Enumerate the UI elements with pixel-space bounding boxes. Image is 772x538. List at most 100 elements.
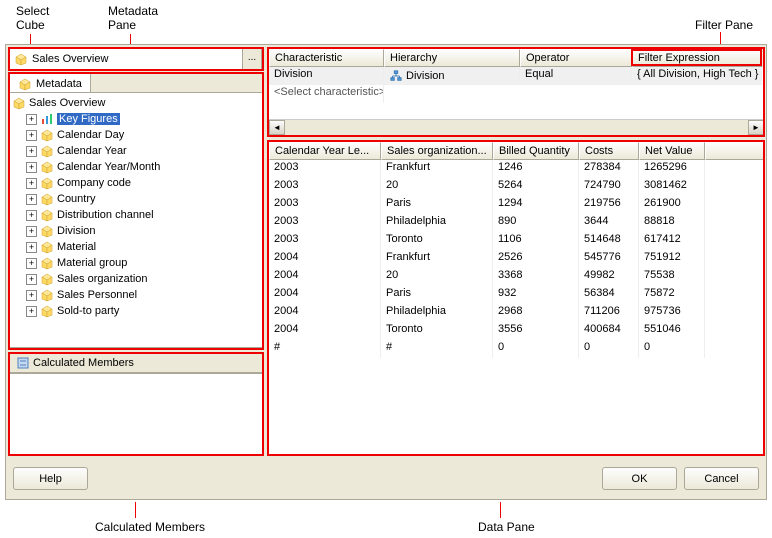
- table-row[interactable]: 2003Toronto1106514648617412: [269, 232, 764, 250]
- dimension-icon: [40, 208, 54, 222]
- tree-node[interactable]: +Calendar Year: [12, 143, 260, 159]
- table-row[interactable]: ##000: [269, 340, 764, 358]
- filter-header-characteristic[interactable]: Characteristic: [269, 49, 384, 67]
- tree-node[interactable]: +Calendar Day: [12, 127, 260, 143]
- expander-icon[interactable]: +: [26, 178, 37, 189]
- calculated-members-list[interactable]: [9, 373, 263, 455]
- expander-icon[interactable]: +: [26, 130, 37, 141]
- expander-icon[interactable]: +: [26, 242, 37, 253]
- table-cell: Frankfurt: [381, 160, 493, 178]
- expander-icon[interactable]: +: [26, 194, 37, 205]
- dimension-icon: [40, 176, 54, 190]
- table-row[interactable]: 2003Philadelphia890364488818: [269, 214, 764, 232]
- tree-node[interactable]: +Sales organization: [12, 271, 260, 287]
- tree-node[interactable]: +Country: [12, 191, 260, 207]
- table-cell: Paris: [381, 196, 493, 214]
- expander-icon[interactable]: +: [26, 290, 37, 301]
- table-cell: 2004: [269, 304, 381, 322]
- table-cell: 219756: [579, 196, 639, 214]
- dimension-icon: [40, 304, 54, 318]
- expander-icon[interactable]: +: [26, 162, 37, 173]
- tree-node[interactable]: +Company code: [12, 175, 260, 191]
- filter-placeholder[interactable]: <Select characteristic>: [269, 85, 384, 103]
- expander-icon[interactable]: +: [26, 114, 37, 125]
- data-header-0[interactable]: Calendar Year Le...: [269, 142, 381, 160]
- expander-icon[interactable]: +: [26, 258, 37, 269]
- tree-node[interactable]: +Sold-to party: [12, 303, 260, 319]
- metadata-tab[interactable]: Metadata: [9, 73, 91, 93]
- filter-scrollbar[interactable]: ◄ ►: [269, 119, 764, 135]
- tree-node[interactable]: +Division: [12, 223, 260, 239]
- scroll-right-icon[interactable]: ►: [748, 120, 764, 135]
- help-button[interactable]: Help: [13, 467, 88, 490]
- metadata-tree[interactable]: Sales Overview + Key Figures +Calendar D…: [9, 92, 263, 348]
- filter-cell-char[interactable]: Division: [269, 67, 384, 85]
- expander-icon[interactable]: +: [26, 210, 37, 221]
- table-cell: 20: [381, 178, 493, 196]
- table-row[interactable]: 2004Toronto3556400684551046: [269, 322, 764, 340]
- tree-node[interactable]: +Material: [12, 239, 260, 255]
- cube-browse-button[interactable]: ...: [242, 48, 262, 70]
- filter-placeholder-row[interactable]: <Select characteristic>: [269, 85, 764, 103]
- table-cell: 932: [493, 286, 579, 304]
- filter-cell-expr[interactable]: { All Division, High Tech }: [632, 67, 762, 85]
- metadata-tab-label: Metadata: [36, 78, 82, 90]
- scroll-left-icon[interactable]: ◄: [269, 120, 285, 135]
- expander-icon[interactable]: +: [26, 306, 37, 317]
- tree-node[interactable]: +Sales Personnel: [12, 287, 260, 303]
- annotation-filter-pane: Filter Pane: [695, 18, 753, 32]
- table-cell: 2004: [269, 268, 381, 286]
- hierarchy-icon: [389, 70, 403, 82]
- cancel-button[interactable]: Cancel: [684, 467, 759, 490]
- dimension-icon: [40, 224, 54, 238]
- table-cell: 724790: [579, 178, 639, 196]
- annotation-select-cube: Select Cube: [16, 4, 49, 32]
- filter-cell-op[interactable]: Equal: [520, 67, 632, 85]
- annotation-calculated-members: Calculated Members: [95, 520, 205, 534]
- annotation-data-pane: Data Pane: [478, 520, 535, 534]
- table-cell: 2003: [269, 232, 381, 250]
- data-header-4[interactable]: Net Value: [639, 142, 705, 160]
- table-row[interactable]: 20042033684998275538: [269, 268, 764, 286]
- tree-node[interactable]: + Distribution channel: [12, 207, 260, 223]
- table-cell: 20: [381, 268, 493, 286]
- expander-icon[interactable]: +: [26, 146, 37, 157]
- expander-icon[interactable]: +: [26, 226, 37, 237]
- filter-header-operator[interactable]: Operator: [520, 49, 632, 67]
- data-header-2[interactable]: Billed Quantity: [493, 142, 579, 160]
- table-row[interactable]: 20032052647247903081462: [269, 178, 764, 196]
- table-row[interactable]: 2004Philadelphia2968711206975736: [269, 304, 764, 322]
- tree-root-label: Sales Overview: [29, 97, 105, 109]
- table-cell: Philadelphia: [381, 214, 493, 232]
- table-cell: 545776: [579, 250, 639, 268]
- table-cell: 5264: [493, 178, 579, 196]
- table-row[interactable]: 2004Frankfurt2526545776751912: [269, 250, 764, 268]
- data-header-1[interactable]: Sales organization...: [381, 142, 493, 160]
- tree-node-label: Distribution channel: [57, 209, 154, 221]
- filter-cell-hier[interactable]: Division: [384, 67, 520, 85]
- tree-node[interactable]: +Material group: [12, 255, 260, 271]
- table-cell: 2003: [269, 214, 381, 232]
- table-cell: 2003: [269, 178, 381, 196]
- ok-button[interactable]: OK: [602, 467, 677, 490]
- line: [135, 502, 136, 518]
- filter-row[interactable]: Division Division Equal { All Division, …: [269, 67, 764, 85]
- table-row[interactable]: 2003Paris1294219756261900: [269, 196, 764, 214]
- calculated-members-header: Calculated Members: [9, 353, 263, 373]
- calc-icon: [16, 356, 30, 370]
- tree-node[interactable]: +Calendar Year/Month: [12, 159, 260, 175]
- cube-selector[interactable]: Sales Overview: [9, 48, 263, 70]
- table-row[interactable]: 2003Frankfurt12462783841265296: [269, 160, 764, 178]
- tree-node-key-figures[interactable]: + Key Figures: [12, 111, 260, 127]
- table-row[interactable]: 2004Paris9325638475872: [269, 286, 764, 304]
- filter-header-expression[interactable]: Filter Expression: [632, 49, 762, 67]
- expander-icon[interactable]: +: [26, 274, 37, 285]
- filter-header-hierarchy[interactable]: Hierarchy: [384, 49, 520, 67]
- table-cell: 711206: [579, 304, 639, 322]
- data-header-3[interactable]: Costs: [579, 142, 639, 160]
- table-cell: 88818: [639, 214, 705, 232]
- table-cell: 1246: [493, 160, 579, 178]
- tree-root[interactable]: Sales Overview: [12, 95, 260, 111]
- data-header-spacer: [705, 142, 764, 160]
- table-cell: 1294: [493, 196, 579, 214]
